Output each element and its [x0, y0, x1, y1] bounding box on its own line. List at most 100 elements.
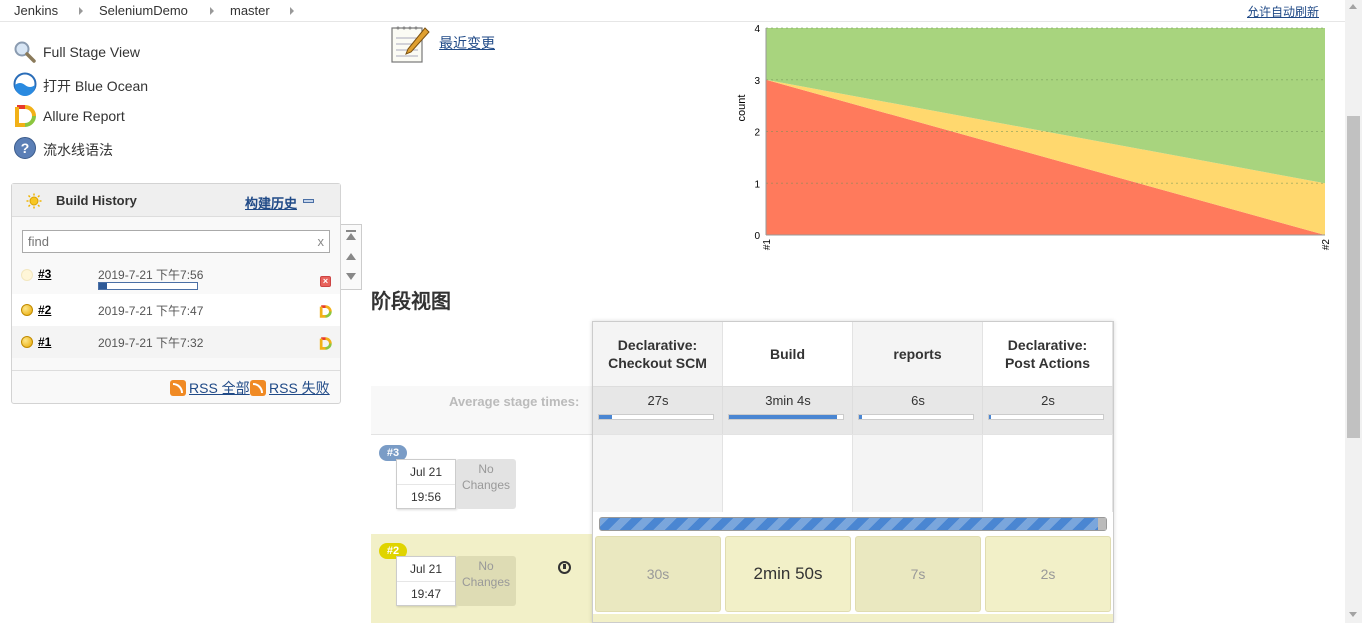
changes-line: Changes [461, 478, 511, 492]
run3-progress-bar [599, 517, 1107, 531]
scroll-thumb[interactable] [1347, 116, 1360, 438]
cancel-build-icon[interactable]: × [320, 276, 331, 287]
build-history-title: Build History [56, 193, 137, 208]
help-icon: ? [14, 137, 36, 159]
build-row: #3 2019-7-21 下午7:56 × [12, 262, 340, 294]
stage-cell-run2[interactable]: 2min 50s [725, 536, 851, 612]
run-date: Jul 21 [397, 460, 455, 485]
scroll-down-arrow-icon[interactable] [1349, 612, 1357, 617]
average-stage-times-label: Average stage times: [449, 394, 580, 409]
chart-y-axis-label: count [736, 95, 748, 122]
build-number-link[interactable]: #1 [38, 335, 51, 349]
stage-avg-bar [728, 414, 844, 420]
stage-cell-run3[interactable] [983, 434, 1113, 512]
stage-name-line: reports [893, 346, 942, 362]
recent-changes-link[interactable]: 最近变更 [439, 33, 495, 53]
build-history-panel: Build History 构建历史 x #3 2019-7-21 下午7:56… [11, 183, 341, 404]
allure-icon [15, 105, 36, 127]
allure-icon[interactable] [319, 305, 332, 318]
stage-avg-cell: 6s [853, 386, 983, 434]
chart-y-tick-label: 0 [754, 231, 760, 242]
chart-x-tick-label: #2 [1321, 239, 1332, 251]
stage-cell-run2[interactable]: 2s [985, 536, 1111, 612]
auto-refresh-link[interactable]: 允许自动刷新 [1247, 3, 1319, 20]
build-progress-bar[interactable] [98, 282, 198, 290]
page-up-icon[interactable] [346, 253, 356, 260]
stage-avg-bar-fill [599, 415, 612, 419]
rss-failed-link[interactable]: RSS 失败 [269, 378, 330, 398]
breadcrumb: Jenkins SeleniumDemo master 允许自动刷新 [0, 0, 1345, 22]
scroll-up-arrow-icon[interactable] [1349, 4, 1357, 9]
breadcrumb-separator-icon[interactable] [79, 7, 83, 15]
changes-line: No [478, 559, 494, 573]
page-scrollbar[interactable] [1345, 0, 1362, 623]
breadcrumb-master[interactable]: master [230, 3, 270, 18]
run-row-3[interactable]: #3 Jul 21 19:56 No Changes [371, 434, 592, 512]
stage-cell-run3[interactable] [853, 434, 983, 512]
stage-cell-run3[interactable] [723, 434, 853, 512]
stage-avg-bar-fill [989, 415, 992, 419]
sidebar-item-label: 流水线语法 [43, 142, 113, 158]
stage-cell-run2[interactable]: 7s [855, 536, 981, 612]
changes-line: Changes [461, 575, 511, 589]
stage-cell-run2[interactable]: 30s [595, 536, 721, 612]
stage-avg-bar [858, 414, 974, 420]
stage-avg-cell: 3min 4s [723, 386, 853, 434]
page-down-icon[interactable] [346, 273, 356, 280]
build-history-trend-link[interactable]: 构建历史 [245, 193, 297, 212]
page-top-bar-icon [346, 230, 356, 232]
rss-links: RSS 全部 RSS 失败 [12, 370, 340, 404]
allure-icon[interactable] [319, 337, 332, 350]
breadcrumb-seleniumdemo[interactable]: SeleniumDemo [99, 3, 188, 18]
stage-avg-bar-fill [729, 415, 838, 419]
stage-avg-cell: 27s [593, 386, 723, 434]
unstable-status-ball-icon [21, 304, 33, 316]
breadcrumb-jenkins[interactable]: Jenkins [14, 3, 58, 18]
blue-ocean-icon [13, 72, 37, 96]
collapse-icon[interactable] [303, 199, 314, 203]
clear-search-icon[interactable]: x [318, 234, 325, 249]
changes-line: No [478, 462, 494, 476]
build-number-link[interactable]: #3 [38, 267, 51, 281]
stage-avg-bar [988, 414, 1104, 420]
rss-all-link[interactable]: RSS 全部 [189, 378, 250, 398]
run-time: 19:56 [410, 490, 442, 504]
build-progress-fill [99, 283, 107, 289]
stage-avg-time: 3min 4s [765, 393, 811, 408]
notepad-icon [391, 26, 430, 63]
build-date[interactable]: 2019-7-21 下午7:32 [98, 334, 203, 351]
run-date: Jul 21 [397, 557, 455, 582]
chart-y-tick-label: 1 [754, 179, 760, 190]
stage-avg-bar-fill [859, 415, 863, 419]
chart-y-tick-label: 2 [754, 128, 760, 139]
stage-row-run1 [593, 614, 1113, 622]
stage-cell-run3[interactable] [593, 434, 723, 512]
build-history-pager [341, 224, 362, 290]
stage-avg-bar [598, 414, 714, 420]
stage-header-build: Build [723, 322, 853, 386]
stage-name-line: Post Actions [1004, 355, 1091, 371]
page-top-icon[interactable] [346, 233, 356, 240]
breadcrumb-separator-icon[interactable] [210, 7, 214, 15]
stage-view-table: Declarative: Checkout SCM Build reports D… [592, 321, 1114, 623]
build-row: #2 2019-7-21 下午7:47 [12, 294, 340, 326]
stage-header-checkout-scm: Declarative: Checkout SCM [593, 322, 723, 386]
build-number-link[interactable]: #2 [38, 303, 51, 317]
chart-y-tick-label: 3 [754, 76, 760, 87]
svg-text:?: ? [21, 140, 30, 156]
rss-icon[interactable] [170, 380, 186, 396]
stage-avg-time: 2s [1041, 393, 1055, 408]
build-date[interactable]: 2019-7-21 下午7:56 [98, 266, 203, 283]
input-pause-icon[interactable] [558, 561, 571, 574]
build-search-input[interactable] [23, 231, 303, 252]
run-row-2[interactable]: #2 Jul 21 19:47 No Changes [371, 534, 592, 612]
stage-name-line: Checkout SCM [608, 355, 707, 371]
build-date[interactable]: 2019-7-21 下午7:47 [98, 302, 203, 319]
run-gap [371, 512, 592, 534]
stage-header-post-actions: Declarative: Post Actions [983, 322, 1113, 386]
progress-remaining [1098, 518, 1106, 530]
rss-icon[interactable] [250, 380, 266, 396]
stage-name-line: Declarative: [617, 337, 698, 353]
sun-weather-icon [26, 193, 42, 209]
breadcrumb-separator-icon[interactable] [290, 7, 294, 15]
